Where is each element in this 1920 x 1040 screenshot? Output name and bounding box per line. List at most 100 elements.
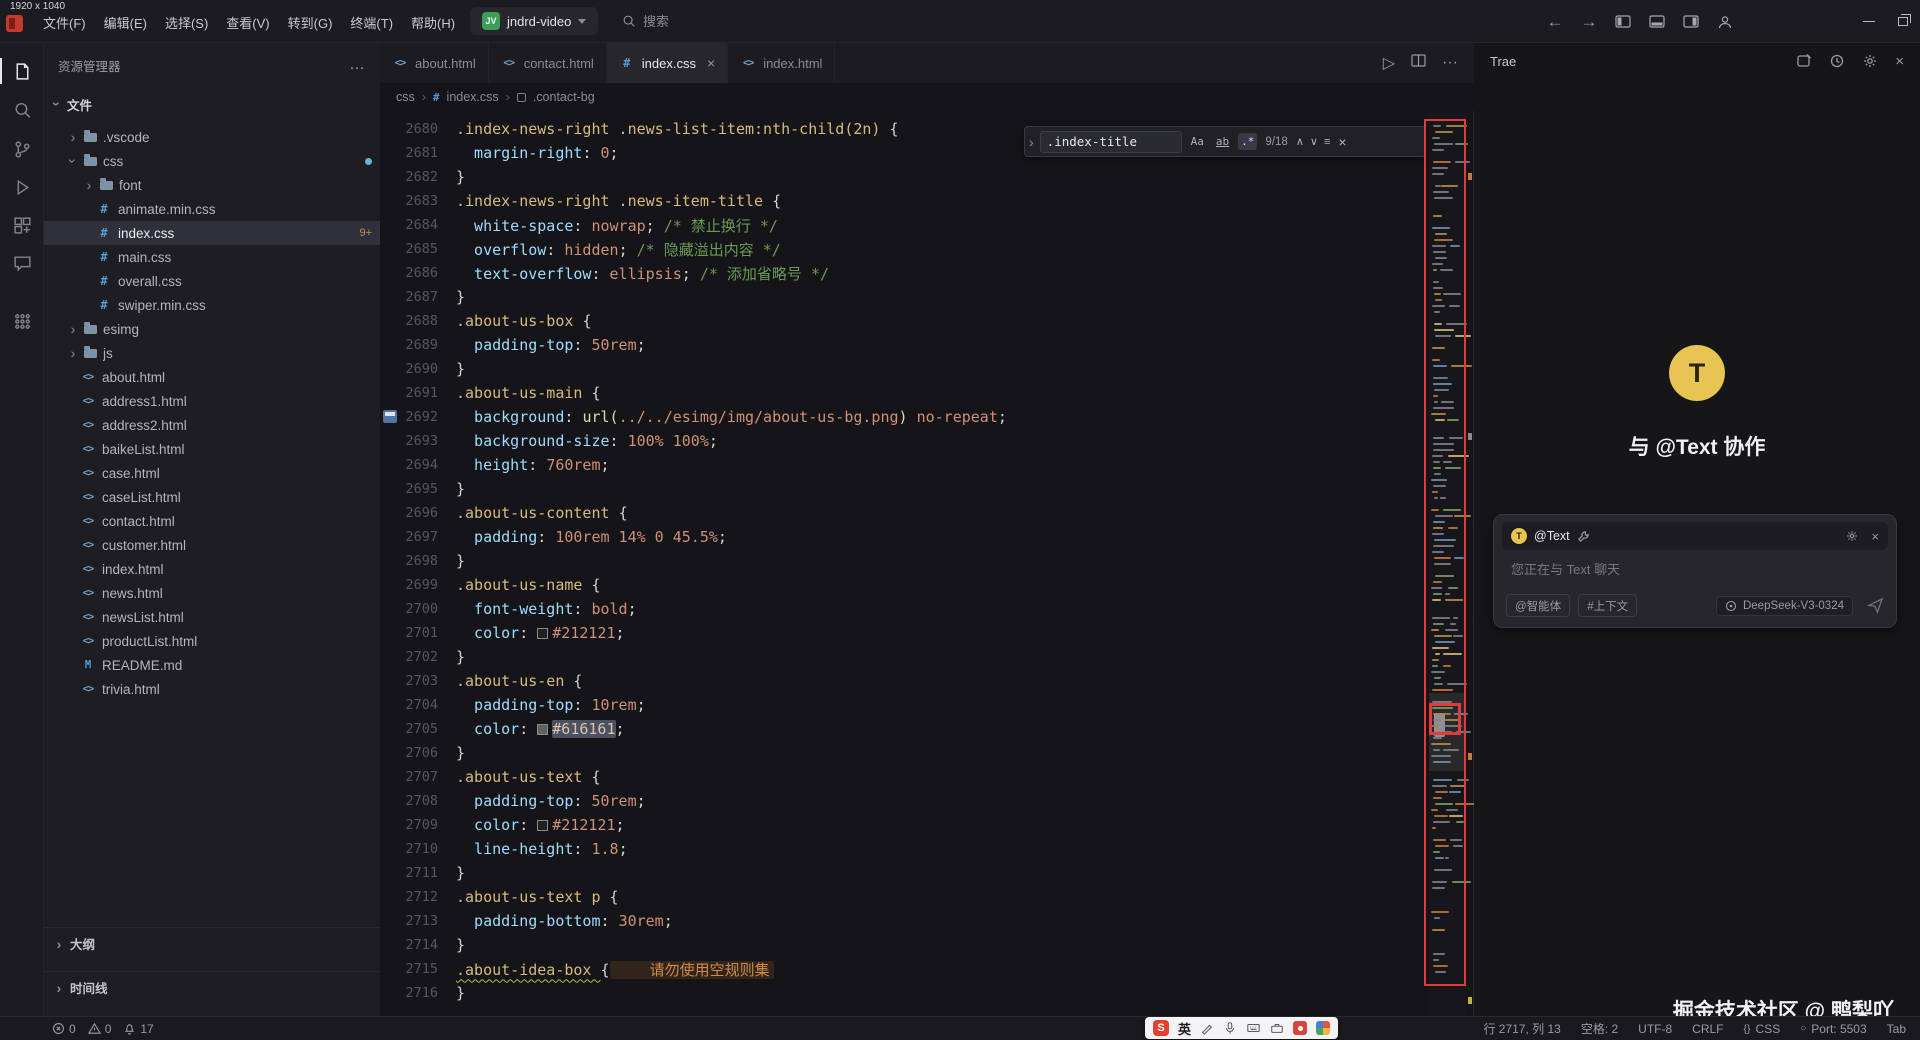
window-minimize-button[interactable] <box>1852 0 1886 43</box>
tree-item-newsList.html[interactable]: <>newsList.html <box>44 605 380 629</box>
tree-item-caseList.html[interactable]: <>caseList.html <box>44 485 380 509</box>
code-line-2682[interactable]: 2682} <box>380 165 1428 189</box>
code-line-2705[interactable]: 2705 color: #616161; <box>380 717 1428 741</box>
ime-toolbar[interactable]: S 英 <box>1145 1017 1338 1039</box>
ime-skin-icon[interactable] <box>1293 1021 1307 1035</box>
code-line-2698[interactable]: 2698} <box>380 549 1428 573</box>
outline-section-header[interactable]: › 大纲 <box>44 927 380 959</box>
nav-back-button[interactable]: ← <box>1538 0 1572 43</box>
find-next-button[interactable]: ∨ <box>1310 135 1318 148</box>
send-icon[interactable] <box>1867 597 1884 614</box>
find-expand-chevron-icon[interactable]: › <box>1029 134 1034 150</box>
tree-item-animate.min.css[interactable]: #animate.min.css <box>44 197 380 221</box>
code-line-2688[interactable]: 2688.about-us-box { <box>380 309 1428 333</box>
find-previous-button[interactable]: ∧ <box>1296 135 1304 148</box>
search-icon[interactable] <box>0 95 44 125</box>
run-debug-icon[interactable] <box>0 172 44 202</box>
tab-about.html[interactable]: <>about.html <box>380 43 489 83</box>
code-line-2700[interactable]: 2700 font-weight: bold; <box>380 597 1428 621</box>
code-line-2689[interactable]: 2689 padding-top: 50rem; <box>380 333 1428 357</box>
explorer-icon[interactable] <box>0 56 44 86</box>
code-line-2695[interactable]: 2695} <box>380 477 1428 501</box>
status-item-UTF-8[interactable]: UTF-8 <box>1638 1022 1672 1036</box>
toggle-right-panel-button[interactable] <box>1674 0 1708 43</box>
gutter-decoration-icon[interactable] <box>383 410 397 423</box>
code-line-2683[interactable]: 2683.index-news-right .news-item-title { <box>380 189 1428 213</box>
find-input[interactable]: .index-title <box>1040 131 1182 153</box>
sidebar-more-button[interactable]: … <box>349 56 366 74</box>
timeline-section-header[interactable]: › 时间线 <box>44 971 380 1003</box>
menu-item[interactable]: 文件(F) <box>34 9 95 36</box>
tree-item-js[interactable]: ›js <box>44 341 380 365</box>
status-item-空格: 2[interactable]: 空格: 2 <box>1581 1020 1618 1037</box>
code-line-2707[interactable]: 2707.about-us-text { <box>380 765 1428 789</box>
tree-item-news.html[interactable]: <>news.html <box>44 581 380 605</box>
tree-item-esimg[interactable]: ›esimg <box>44 317 380 341</box>
ime-language-toggle[interactable]: 英 <box>1178 1019 1191 1038</box>
tree-item-README.md[interactable]: MREADME.md <box>44 653 380 677</box>
errors-status[interactable]: 0 <box>52 1022 76 1036</box>
code-line-2697[interactable]: 2697 padding: 100rem 14% 0 45.5%; <box>380 525 1428 549</box>
code-line-2710[interactable]: 2710 line-height: 1.8; <box>380 837 1428 861</box>
menu-item[interactable]: 转到(G) <box>279 9 342 36</box>
overview-ruler[interactable] <box>1466 113 1474 1016</box>
regex-button[interactable]: .* <box>1238 133 1257 150</box>
toggle-sidebar-button[interactable] <box>1606 0 1640 43</box>
context-tag[interactable]: #上下文 <box>1578 594 1637 617</box>
tree-item-trivia.html[interactable]: <>trivia.html <box>44 677 380 701</box>
global-search[interactable]: 搜索 <box>622 11 669 30</box>
chat-close-icon[interactable]: × <box>1871 529 1879 544</box>
history-icon[interactable] <box>1829 53 1845 69</box>
chat-icon[interactable] <box>0 248 44 278</box>
breadcrumb[interactable]: css › # index.css › .contact-bg <box>380 83 1474 111</box>
tree-item-address2.html[interactable]: <>address2.html <box>44 413 380 437</box>
find-close-button[interactable]: × <box>1338 134 1346 150</box>
find-in-selection-button[interactable]: ≡ <box>1324 136 1330 148</box>
tree-item-overall.css[interactable]: #overall.css <box>44 269 380 293</box>
tree-item-main.css[interactable]: #main.css <box>44 245 380 269</box>
status-item-CRLF[interactable]: CRLF <box>1692 1022 1723 1036</box>
status-item-行 2717, 列 13[interactable]: 行 2717, 列 13 <box>1483 1020 1560 1037</box>
toggle-panel-button[interactable] <box>1640 0 1674 43</box>
code-line-2686[interactable]: 2686 text-overflow: ellipsis; /* 添加省略号 *… <box>380 261 1428 285</box>
extensions-icon[interactable] <box>0 210 44 240</box>
code-line-2709[interactable]: 2709 color: #212121; <box>380 813 1428 837</box>
tree-item-contact.html[interactable]: <>contact.html <box>44 509 380 533</box>
tree-item-address1.html[interactable]: <>address1.html <box>44 389 380 413</box>
tree-item-.vscode[interactable]: ›.vscode <box>44 125 380 149</box>
color-swatch[interactable] <box>537 628 548 639</box>
status-item-CSS[interactable]: {}CSS <box>1744 1022 1781 1036</box>
tree-item-customer.html[interactable]: <>customer.html <box>44 533 380 557</box>
ime-keyboard-icon[interactable] <box>1246 1021 1261 1035</box>
tree-item-css[interactable]: ›css <box>44 149 380 173</box>
ime-apps-icon[interactable] <box>1316 1021 1330 1035</box>
color-swatch[interactable] <box>537 724 548 735</box>
settings-gear-icon[interactable] <box>1862 53 1878 69</box>
code-line-2703[interactable]: 2703.about-us-en { <box>380 669 1428 693</box>
source-control-icon[interactable] <box>0 134 44 164</box>
editor-more-button[interactable]: ··· <box>1442 54 1458 72</box>
code-editor[interactable]: 2680.index-news-right .news-list-item:nt… <box>380 111 1428 1016</box>
warnings-status[interactable]: 0 <box>88 1022 112 1036</box>
project-selector[interactable]: JV jndrd-video <box>470 7 598 35</box>
code-line-2712[interactable]: 2712.about-us-text p { <box>380 885 1428 909</box>
code-line-2711[interactable]: 2711} <box>380 861 1428 885</box>
menu-item[interactable]: 编辑(E) <box>95 9 156 36</box>
find-widget[interactable]: › .index-title Aa ab .* 9/18 ∧ ∨ ≡ × <box>1024 126 1426 157</box>
tools-icon[interactable] <box>1577 530 1590 543</box>
status-item-Port: 5503[interactable]: ○Port: 5503 <box>1800 1022 1866 1036</box>
code-line-2702[interactable]: 2702} <box>380 645 1428 669</box>
code-line-2696[interactable]: 2696.about-us-content { <box>380 501 1428 525</box>
code-line-2690[interactable]: 2690} <box>380 357 1428 381</box>
menu-item[interactable]: 选择(S) <box>156 9 217 36</box>
panel-close-icon[interactable]: × <box>1895 53 1904 70</box>
menu-item[interactable]: 帮助(H) <box>402 9 464 36</box>
code-line-2715[interactable]: 2715.about-idea-box { 请勿使用空规则集 <box>380 957 1428 981</box>
new-chat-icon[interactable] <box>1796 53 1812 69</box>
code-line-2699[interactable]: 2699.about-us-name { <box>380 573 1428 597</box>
code-line-2692[interactable]: 2692 background: url(../../esimg/img/abo… <box>380 405 1428 429</box>
code-line-2704[interactable]: 2704 padding-top: 10rem; <box>380 693 1428 717</box>
agent-tag[interactable]: @智能体 <box>1506 594 1570 617</box>
menu-item[interactable]: 查看(V) <box>217 9 278 36</box>
code-line-2685[interactable]: 2685 overflow: hidden; /* 隐藏溢出内容 */ <box>380 237 1428 261</box>
